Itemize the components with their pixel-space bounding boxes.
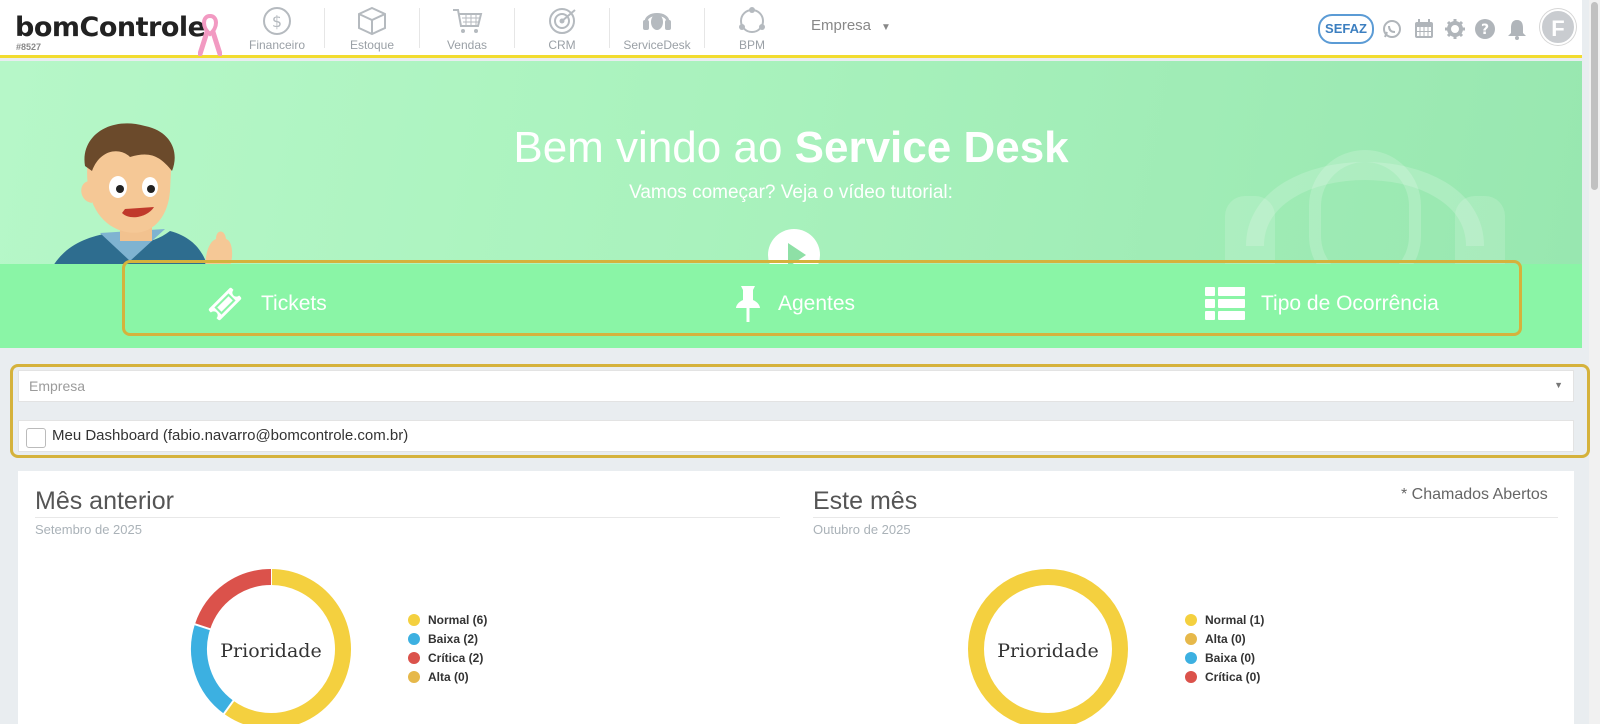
user-avatar[interactable]: F: [1540, 9, 1576, 45]
legend-item[interactable]: Baixa (2): [408, 629, 487, 648]
legend-dot: [1185, 651, 1197, 664]
legend-label: Crítica (2): [428, 650, 484, 665]
priority-donut-chart-current: Prioridade: [968, 569, 1128, 724]
empresa-label: Empresa: [811, 17, 872, 34]
legend-label: Normal (1): [1205, 612, 1265, 627]
cart-icon: [453, 9, 483, 33]
meu-dashboard-row[interactable]: Meu Dashboard (fabio.navarro@bomcontrole…: [18, 420, 1574, 452]
priority-donut-chart-previous: Prioridade: [191, 568, 351, 724]
tab-label: Agentes: [778, 292, 856, 315]
legend-item[interactable]: Alta (0): [1185, 629, 1264, 648]
legend-item[interactable]: Baixa (0): [1185, 648, 1264, 667]
tab-tickets[interactable]: Tickets: [205, 284, 327, 324]
nav-label: Financeiro: [248, 38, 306, 52]
donut-slice-crítica[interactable]: [194, 569, 272, 630]
tab-label: Tipo de Ocorrência: [1261, 292, 1439, 315]
current-month-period: Outubro de 2025: [813, 522, 911, 537]
meu-dashboard-label: Meu Dashboard (fabio.navarro@bomcontrole…: [52, 427, 409, 444]
previous-month-title: Mês anterior: [35, 487, 174, 515]
chamados-abertos-note: * Chamados Abertos: [1401, 486, 1548, 503]
brand-name: bomControle: [15, 12, 206, 43]
legend-item[interactable]: Crítica (0): [1185, 667, 1264, 686]
brand-logo[interactable]: bomControle #8527: [15, 12, 206, 52]
box-icon: [358, 6, 386, 36]
meu-dashboard-checkbox[interactable]: [26, 428, 46, 448]
help-icon[interactable]: ?: [1474, 18, 1496, 40]
sefaz-button[interactable]: SEFAZ: [1318, 14, 1374, 44]
nav-vendas[interactable]: Vendas: [422, 4, 512, 54]
legend-label: Baixa (2): [428, 631, 479, 646]
scrollbar-thumb[interactable]: [1591, 2, 1598, 190]
legend-dot: [1185, 613, 1197, 626]
nav-bpm[interactable]: BPM: [707, 4, 797, 54]
whatsapp-icon[interactable]: [1381, 18, 1403, 40]
nav-financeiro[interactable]: $ Financeiro: [232, 4, 322, 54]
empresa-select[interactable]: Empresa ▼: [18, 370, 1574, 402]
donut-center-label: Prioridade: [220, 640, 321, 662]
ticket-icon: [208, 287, 242, 321]
legend-dot: [408, 670, 420, 683]
donut-slice-baixa[interactable]: [191, 624, 234, 714]
hero-title: Bem vindo ao Service Desk: [0, 123, 1582, 173]
welcome-banner: Bem vindo ao Service Desk Vamos começar?…: [0, 61, 1582, 264]
legend-item[interactable]: Normal (6): [408, 610, 487, 629]
dollar-icon: $: [263, 7, 291, 35]
divider: [813, 517, 1558, 518]
play-video-button[interactable]: [768, 229, 820, 264]
caret-down-icon: ▼: [881, 22, 891, 33]
nav-crm[interactable]: CRM: [517, 4, 607, 54]
nav-estoque[interactable]: Estoque: [327, 4, 417, 54]
bell-icon[interactable]: [1506, 18, 1528, 40]
tab-label: Tickets: [261, 292, 327, 315]
nav-label: CRM: [548, 38, 576, 52]
legend-label: Crítica (0): [1205, 669, 1261, 684]
target-icon: [549, 8, 576, 34]
current-month-title: Este mês: [813, 487, 918, 515]
hero-title-prefix: Bem vindo ao: [513, 123, 795, 172]
tab-tipo-de-ocorrencia[interactable]: Tipo de Ocorrência: [1205, 284, 1439, 324]
nav-servicedesk[interactable]: ServiceDesk: [612, 4, 702, 54]
nav-label: Vendas: [446, 38, 488, 52]
legend-label: Normal (6): [428, 612, 488, 627]
legend-item[interactable]: Normal (1): [1185, 610, 1264, 629]
legend-label: Alta (0): [428, 669, 469, 684]
legend-dot: [408, 613, 420, 626]
account-id: #8527: [16, 42, 42, 52]
svg-text:$: $: [272, 12, 282, 31]
caret-down-icon: ▼: [1554, 380, 1563, 390]
hero-title-bold: Service Desk: [794, 123, 1069, 172]
pink-ribbon-icon: [198, 14, 222, 56]
pin-icon: [736, 286, 760, 322]
legend-item[interactable]: Alta (0): [408, 667, 487, 686]
calendar-icon[interactable]: [1413, 18, 1435, 40]
legend-label: Alta (0): [1205, 631, 1246, 646]
divider: [35, 517, 780, 518]
legend-previous: Normal (6) Baixa (2) Crítica (2) Alta (0…: [408, 610, 487, 686]
legend-dot: [408, 632, 420, 645]
donut-center-label: Prioridade: [997, 640, 1098, 662]
legend-dot: [408, 651, 420, 664]
legend-current: Normal (1) Alta (0) Baixa (0) Crítica (0…: [1185, 610, 1264, 686]
svg-text:?: ?: [1481, 22, 1489, 38]
top-navbar: bomControle #8527 $ Financeiro Estoque V…: [0, 0, 1582, 58]
page-scrollbar[interactable]: [1589, 0, 1600, 724]
legend-dot: [1185, 632, 1197, 645]
nav-label: ServiceDesk: [623, 38, 691, 52]
empresa-dropdown[interactable]: Empresa ▼: [811, 17, 891, 34]
tab-agentes[interactable]: Agentes: [734, 284, 855, 324]
headset-icon: [643, 13, 671, 30]
hero-subtitle: Vamos começar? Veja o vídeo tutorial:: [629, 182, 953, 203]
previous-month-period: Setembro de 2025: [35, 522, 142, 537]
legend-item[interactable]: Crítica (2): [408, 648, 487, 667]
empresa-select-placeholder: Empresa: [29, 378, 86, 394]
process-icon: [739, 7, 765, 33]
gear-icon[interactable]: [1444, 18, 1466, 40]
nav-label: Estoque: [349, 38, 395, 52]
list-icon: [1205, 287, 1245, 320]
nav-label: BPM: [738, 38, 765, 52]
legend-dot: [1185, 670, 1197, 683]
legend-label: Baixa (0): [1205, 650, 1256, 665]
